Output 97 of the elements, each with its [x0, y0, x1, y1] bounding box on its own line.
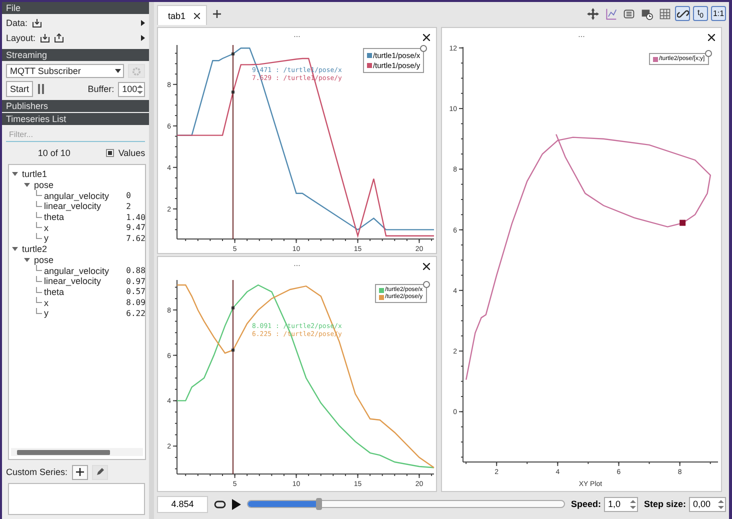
tree-item[interactable]: linear_velocity — [44, 201, 126, 212]
checkbox-label: Values — [118, 148, 146, 158]
legend-handle[interactable] — [420, 45, 428, 52]
cursor-marker — [231, 306, 234, 310]
plot-title: ... — [294, 30, 300, 39]
load-icon[interactable] — [40, 33, 50, 43]
speed-spinbox[interactable]: 1,0 — [604, 496, 638, 512]
pause-icon[interactable] — [37, 84, 46, 94]
tree-item[interactable]: pose — [34, 254, 146, 265]
tree-value: 2 — [126, 202, 132, 211]
settings-icon — [132, 66, 142, 76]
tree-value: 0.88 — [126, 266, 146, 276]
time-field[interactable]: 4.854 — [156, 496, 208, 512]
section-header[interactable]: Streaming — [2, 49, 150, 61]
caret-icon[interactable] — [24, 256, 30, 263]
slider-handle[interactable] — [316, 498, 322, 510]
tree-item[interactable]: x — [44, 222, 126, 233]
toolbar-button[interactable] — [675, 6, 690, 21]
tree-value: 8.09 — [126, 298, 146, 308]
tree-item[interactable]: turtle2 — [22, 244, 146, 254]
start-button[interactable]: Start — [6, 81, 34, 97]
grid-icon — [658, 8, 670, 20]
pencil-icon — [96, 468, 104, 476]
toolbar-button[interactable]: t$_{0}$ — [693, 6, 708, 21]
arrow-icon[interactable] — [141, 35, 146, 41]
tree-value: 6.22 — [126, 308, 146, 318]
toolbar-button[interactable]: 1:1 — [711, 6, 726, 21]
caret-icon[interactable] — [24, 182, 30, 188]
filter-field[interactable]: Filter... — [6, 128, 146, 142]
plot-title: ... — [578, 30, 585, 39]
close-icon — [422, 34, 430, 41]
clock-icon — [640, 8, 652, 20]
step-size-label: Step size: — [644, 499, 686, 509]
time-slider[interactable] — [246, 500, 565, 508]
tree-value: 0.57 — [126, 287, 146, 296]
tree-item[interactable]: pose — [34, 180, 146, 190]
tree-item[interactable]: theta — [44, 212, 126, 222]
tree-item[interactable]: turtle1 — [22, 169, 146, 180]
legend-handle[interactable] — [704, 50, 712, 57]
play-icon[interactable] — [232, 498, 241, 510]
cursor-marker — [231, 90, 234, 94]
section-header[interactable]: Publishers — [2, 100, 150, 112]
tree-item[interactable]: theta — [44, 286, 126, 297]
tree-item[interactable]: x — [44, 298, 126, 308]
tree-item[interactable]: y — [44, 233, 126, 244]
speed-label: Speed: — [570, 499, 601, 509]
custom-series-label: Custom Series: — [6, 467, 68, 477]
spin-arrows-icon[interactable] — [718, 498, 724, 510]
arrow-icon[interactable] — [141, 20, 146, 26]
tree-value: 0.97 — [126, 276, 146, 286]
cursor-marker — [680, 220, 686, 226]
section-header[interactable]: Timeseries List — [2, 113, 150, 125]
section-header[interactable]: File — [2, 2, 150, 14]
horizontal-scrollbar[interactable] — [11, 448, 144, 456]
source-dropdown[interactable]: MQTT Subscriber — [6, 64, 124, 78]
list-icon — [622, 8, 634, 20]
buffer-label: Buffer: — [88, 84, 114, 94]
spin-arrows-icon[interactable] — [137, 84, 144, 94]
link-icon — [676, 8, 688, 20]
tree-item[interactable]: linear_velocity — [44, 276, 126, 286]
cursor-line[interactable] — [232, 44, 234, 240]
plot-title: ... — [294, 259, 300, 268]
cursor-marker — [231, 348, 234, 352]
caret-icon[interactable] — [12, 171, 18, 178]
tree-value: 9.47 — [126, 223, 146, 232]
tab[interactable]: tab1 — [156, 5, 207, 25]
dropdown-arrow-icon — [115, 68, 122, 74]
move-icon — [586, 8, 598, 20]
caret-icon[interactable] — [12, 246, 18, 252]
toolbar-button[interactable] — [657, 6, 672, 21]
legend-handle[interactable] — [422, 281, 430, 288]
toolbar-button[interactable] — [585, 6, 600, 21]
row-label: Layout: — [6, 33, 36, 43]
add-button[interactable] — [72, 464, 88, 480]
plus-icon — [212, 10, 221, 18]
edit-button[interactable] — [92, 464, 108, 480]
buffer-spinbox[interactable]: 100 — [118, 82, 146, 96]
tree-item[interactable]: angular_velocity — [44, 190, 126, 201]
close-icon[interactable] — [194, 12, 200, 18]
load-icon[interactable] — [32, 18, 42, 28]
cursor-marker — [231, 52, 234, 56]
tree-item[interactable]: y — [44, 308, 126, 318]
loop-icon[interactable] — [214, 500, 226, 508]
row-label: Data: — [6, 18, 28, 28]
tree-item[interactable]: angular_velocity — [44, 266, 126, 276]
spin-arrows-icon[interactable] — [630, 498, 636, 510]
tree-value: 7.62 — [126, 234, 146, 243]
step-size-spinbox[interactable]: 0,00 — [689, 496, 726, 512]
series-count: 10 of 10 — [38, 148, 70, 158]
save-icon[interactable] — [54, 33, 64, 43]
checkbox[interactable] — [106, 149, 114, 157]
plus-icon — [76, 468, 84, 476]
close-icon — [422, 263, 430, 270]
close-icon — [708, 34, 715, 41]
cursor-line[interactable] — [232, 280, 234, 474]
tree-value: 1.40 — [126, 212, 146, 222]
tree-value: 0 — [126, 191, 132, 200]
